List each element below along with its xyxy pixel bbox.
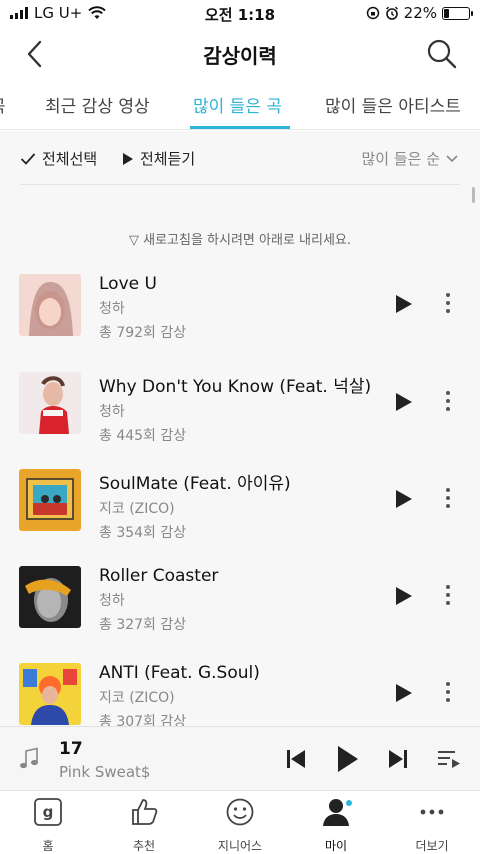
nav-home-label: 홈: [42, 839, 54, 853]
battery-icon: [442, 6, 473, 20]
song-info: SoulMate (Feat. 아이유) 지코 (ZICO) 총 354회 감상: [99, 469, 384, 542]
toolbar-divider: [20, 184, 460, 185]
tab-bar: 곡 최근 감상 영상 많이 들은 곡 많이 들은 아티스트: [0, 80, 480, 130]
nav-my[interactable]: 마이: [288, 797, 384, 854]
new-indicator-dot: [346, 800, 352, 806]
svg-text:g: g: [43, 803, 54, 821]
nav-my-label: 마이: [324, 839, 348, 853]
tab-songs-partial[interactable]: 곡: [0, 92, 6, 117]
page-title: 감상이력: [203, 44, 277, 68]
select-all-label: 전체선택: [42, 150, 98, 168]
song-info: Why Don't You Know (Feat. 넉살) 청하 총 445회 …: [99, 372, 384, 445]
song-info: Love U 청하 총 792회 감상: [99, 274, 384, 342]
status-bar: LG U+ 오전 1:18 22%: [0, 0, 480, 28]
tab-most-played-artists[interactable]: 많이 들은 아티스트: [325, 92, 461, 117]
more-vertical-icon[interactable]: [438, 388, 458, 414]
play-icon[interactable]: [394, 293, 414, 315]
nav-genius[interactable]: 지니어스: [192, 797, 288, 854]
more-dots-icon: [420, 809, 444, 815]
more-vertical-icon[interactable]: [438, 485, 458, 511]
song-row[interactable]: Why Don't You Know (Feat. 넉살) 청하 총 445회 …: [0, 372, 480, 469]
battery-percent: 22%: [403, 4, 437, 22]
album-art[interactable]: [19, 566, 81, 628]
nav-home[interactable]: g 홈: [0, 797, 96, 854]
song-artist: 지코 (ZICO): [99, 690, 175, 706]
song-title: Why Don't You Know (Feat. 넉살): [99, 377, 372, 397]
play-count: 총 307회 감상: [99, 714, 187, 726]
song-artist: 지코 (ZICO): [99, 501, 175, 517]
check-icon: [20, 152, 36, 165]
song-row[interactable]: Roller Coaster 청하 총 327회 감상: [0, 566, 480, 663]
tab-most-played-songs[interactable]: 많이 들은 곡: [193, 92, 282, 117]
song-info: Roller Coaster 청하 총 327회 감상: [99, 566, 384, 634]
play-small-icon: [123, 152, 133, 165]
song-title: Love U: [99, 274, 157, 294]
song-row[interactable]: SoulMate (Feat. 아이유) 지코 (ZICO) 총 354회 감상: [0, 469, 480, 566]
nav-more[interactable]: 더보기: [384, 797, 480, 854]
song-row[interactable]: Love U 청하 총 792회 감상: [0, 274, 480, 371]
more-vertical-icon[interactable]: [438, 290, 458, 316]
song-row[interactable]: ANTI (Feat. G.Soul) 지코 (ZICO) 총 307회 감상: [0, 663, 480, 726]
list-toolbar: 전체선택 전체듣기 많이 들은 순: [0, 131, 480, 185]
home-g-icon: g: [34, 798, 62, 826]
song-artist: 청하: [99, 301, 125, 317]
play-icon[interactable]: [394, 488, 414, 510]
tab-recent-videos[interactable]: 최근 감상 영상: [45, 92, 150, 117]
now-playing-title: 17: [59, 739, 83, 759]
bottom-nav: g 홈 추천 지니어스 마이 더보기: [0, 790, 480, 854]
song-list-panel: 전체선택 전체듣기 많이 들은 순 ▽ 새로고침을 하시려면 아래로 내리세요.: [0, 131, 480, 726]
alarm-icon: [385, 6, 398, 20]
smiley-icon: [226, 798, 254, 826]
nav-genius-label: 지니어스: [217, 839, 263, 853]
play-count: 총 792회 감상: [99, 325, 187, 341]
play-icon[interactable]: [394, 391, 414, 413]
pull-to-refresh-hint: ▽ 새로고침을 하시려면 아래로 내리세요.: [128, 233, 352, 248]
more-vertical-icon[interactable]: [438, 679, 458, 705]
header: 감상이력: [0, 28, 480, 80]
mini-player[interactable]: 17 Pink Sweat$: [0, 726, 480, 790]
play-icon[interactable]: [336, 744, 360, 774]
play-count: 총 445회 감상: [99, 428, 187, 444]
skip-previous-icon[interactable]: [286, 748, 306, 770]
nav-recommend-label: 추천: [132, 839, 156, 853]
thumbs-up-icon: [132, 799, 158, 825]
search-icon[interactable]: [426, 38, 458, 70]
album-art[interactable]: [19, 663, 81, 725]
scrollbar[interactable]: [472, 187, 475, 203]
play-all-label: 전체듣기: [140, 150, 196, 168]
album-art[interactable]: [19, 372, 81, 434]
song-artist: 청하: [99, 404, 125, 420]
select-all-button[interactable]: 전체선택: [20, 148, 97, 169]
play-count: 총 327회 감상: [99, 617, 187, 633]
song-title: ANTI (Feat. G.Soul): [99, 663, 260, 683]
song-title: Roller Coaster: [99, 566, 219, 586]
more-vertical-icon[interactable]: [438, 582, 458, 608]
now-playing-artist: Pink Sweat$: [59, 763, 151, 781]
sort-label: 많이 들은 순: [361, 150, 440, 168]
album-art[interactable]: [19, 274, 81, 336]
chevron-down-icon: [446, 154, 458, 162]
skip-next-icon[interactable]: [388, 748, 408, 770]
playlist-icon[interactable]: [437, 748, 461, 770]
song-info: ANTI (Feat. G.Soul) 지코 (ZICO) 총 307회 감상: [99, 663, 384, 726]
music-note-icon: [20, 747, 38, 769]
sort-dropdown[interactable]: 많이 들은 순: [361, 148, 458, 169]
album-art[interactable]: [19, 469, 81, 531]
song-artist: 청하: [99, 593, 125, 609]
nav-recommend[interactable]: 추천: [96, 797, 192, 854]
nav-more-label: 더보기: [415, 839, 449, 853]
play-icon[interactable]: [394, 682, 414, 704]
play-icon[interactable]: [394, 585, 414, 607]
play-count: 총 354회 감상: [99, 525, 187, 541]
song-title: SoulMate (Feat. 아이유): [99, 474, 291, 494]
active-tab-indicator: [190, 126, 290, 129]
status-right: 22%: [366, 4, 473, 22]
play-all-button[interactable]: 전체듣기: [122, 148, 195, 169]
orientation-lock-icon: [366, 6, 379, 20]
